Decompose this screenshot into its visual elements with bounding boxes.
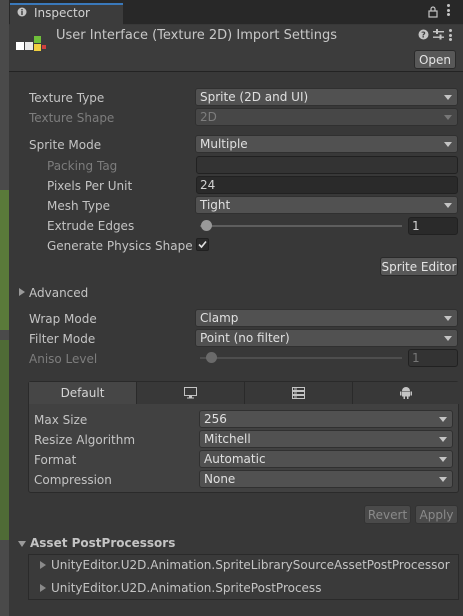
postprocessor-item[interactable]: UnityEditor.U2D.Animation.SpriteLibraryS… [51,558,450,572]
advanced-foldout-label[interactable]: Advanced [29,286,88,300]
packing-tag-label: Packing Tag [47,159,118,173]
wrap-mode-value: Clamp [200,311,239,325]
checkmark-icon [198,240,207,249]
texture-thumbnail-icon [16,36,46,51]
extrude-edges-label: Extrude Edges [47,219,135,233]
tab-default-label: Default [60,386,105,400]
mesh-type-dropdown[interactable]: Tight [195,196,458,214]
sprite-mode-value: Multiple [200,137,248,151]
chevron-down-icon [444,95,452,100]
aniso-level-slider-handle [206,352,217,363]
compression-value: None [204,472,236,486]
max-size-label: Max Size [34,413,88,427]
tab-label: Inspector [34,6,90,20]
chevron-down-icon [439,477,447,482]
mesh-type-label: Mesh Type [47,199,110,213]
resize-algorithm-label: Resize Algorithm [34,433,136,447]
kebab-menu-icon[interactable] [447,4,450,16]
extrude-edges-slider-track[interactable] [200,225,402,227]
packing-tag-field [196,156,458,174]
postprocessors-foldout-arrow-icon[interactable] [18,541,26,547]
extrude-edges-field[interactable]: 1 [408,217,458,235]
aniso-level-label: Aniso Level [29,352,98,366]
page-title: User Interface (Texture 2D) Import Setti… [56,28,337,43]
postprocessors-title[interactable]: Asset PostProcessors [30,536,175,550]
compression-label: Compression [34,473,112,487]
format-label: Format [34,453,77,467]
sprite-mode-label: Sprite Mode [29,138,102,152]
chevron-down-icon [444,142,452,147]
monitor-icon [184,387,197,399]
adjacent-panel-edge [0,0,9,616]
texture-shape-label: Texture Shape [29,111,115,125]
chevron-down-icon [439,457,447,462]
generate-physics-shape-checkbox[interactable] [196,238,209,251]
aniso-level-field: 1 [408,349,458,367]
wrap-mode-dropdown[interactable]: Clamp [195,309,458,327]
list-item-expand-icon[interactable] [40,584,46,592]
lock-icon[interactable] [428,6,438,18]
platform-tabs: Default [29,382,460,404]
chevron-down-icon [439,417,447,422]
texture-type-label: Texture Type [29,91,105,105]
android-icon [400,387,412,399]
tab-standalone[interactable] [137,382,245,404]
resize-algorithm-dropdown[interactable]: Mitchell [199,430,453,448]
aniso-level-slider-track [200,357,402,359]
resize-algorithm-value: Mitchell [204,432,251,446]
open-button[interactable]: Open [414,50,456,69]
chevron-down-icon [444,316,452,321]
mesh-type-value: Tight [200,198,231,212]
texture-type-value: Sprite (2D and UI) [200,90,309,104]
wrap-mode-label: Wrap Mode [29,312,97,326]
apply-button[interactable]: Apply [415,505,458,524]
sprite-editor-button[interactable]: Sprite Editor [380,257,458,276]
list-item-expand-icon[interactable] [40,561,46,569]
svg-text:?: ? [421,31,426,40]
revert-button[interactable]: Revert [364,505,411,524]
generate-physics-shape-label: Generate Physics Shape [47,239,193,253]
chevron-down-icon [444,203,452,208]
max-size-dropdown[interactable]: 256 [199,410,453,428]
pixels-per-unit-label: Pixels Per Unit [47,179,133,193]
chevron-down-icon [444,336,452,341]
filter-mode-dropdown[interactable]: Point (no filter) [195,329,458,347]
tab-default[interactable]: Default [29,382,137,404]
adjacent-panel-content [0,340,9,540]
advanced-foldout-arrow-icon[interactable] [19,288,25,296]
server-icon [292,387,305,399]
format-dropdown[interactable]: Automatic [199,450,453,468]
tab-android[interactable] [353,382,460,404]
texture-type-dropdown[interactable]: Sprite (2D and UI) [195,88,458,106]
sprite-mode-dropdown[interactable]: Multiple [195,135,458,153]
postprocessor-item[interactable]: UnityEditor.U2D.Animation.SpritePostProc… [51,581,321,595]
filter-mode-label: Filter Mode [29,332,96,346]
chevron-down-icon [439,437,447,442]
chevron-down-icon [444,115,452,120]
texture-shape-value: 2D [200,110,217,124]
filter-mode-value: Point (no filter) [200,331,290,345]
texture-shape-dropdown: 2D [195,108,458,126]
info-icon [17,7,27,17]
header-kebab-menu-icon[interactable] [449,29,452,41]
compression-dropdown[interactable]: None [199,470,453,488]
pixels-per-unit-field[interactable]: 24 [196,176,458,194]
format-value: Automatic [204,452,266,466]
tab-server[interactable] [245,382,353,404]
help-icon[interactable]: ? [418,29,429,40]
max-size-value: 256 [204,412,227,426]
adjacent-panel-content [0,190,9,330]
extrude-edges-slider-handle[interactable] [201,220,212,231]
presets-icon[interactable] [433,29,444,40]
